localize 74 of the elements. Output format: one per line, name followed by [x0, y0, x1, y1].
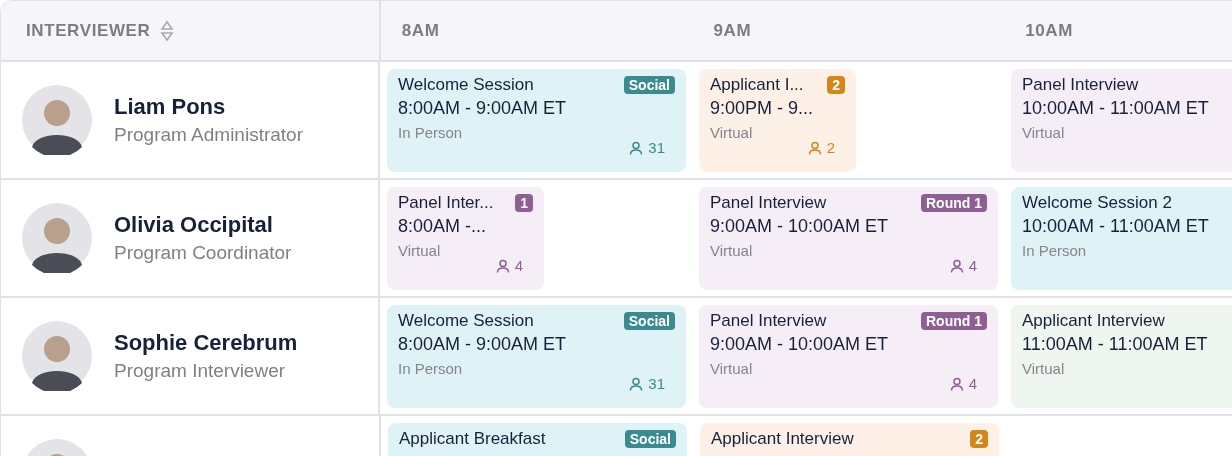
event-title: Applicant I... [710, 75, 804, 95]
event-time: 11:00AM - 11:00AM ET [1022, 334, 1209, 355]
event-location: Virtual [710, 124, 754, 141]
attendee-count: 4 [968, 375, 977, 392]
event-card[interactable]: Applicant Breakfast Social [388, 423, 687, 456]
event-time: 8:00AM - 9:00AM ET [398, 334, 568, 355]
event-card[interactable]: Applicant Interview 11:00AM - 11:00AM ET Virtual [1011, 305, 1232, 408]
event-location: In Person [398, 124, 464, 141]
event-card[interactable]: Applicant Interview 2 [700, 423, 999, 456]
event-title: Panel Interview [710, 193, 827, 213]
event-tag: Round 1 [921, 312, 987, 330]
event-card[interactable]: Welcome Session Social 8:00AM - 9:00AM ET In Person 31 [387, 305, 686, 408]
event-card[interactable]: Panel Interview Round 1 9:00AM - 10:00AM ET Virtual 4 [699, 305, 998, 408]
person-icon [949, 376, 964, 391]
event-tag: 2 [970, 430, 988, 448]
avatar [22, 321, 92, 391]
person-icon [949, 258, 964, 273]
event-title: Panel Interview [1022, 75, 1139, 95]
event-time: 10:00AM - 11:00AM ET [1022, 98, 1210, 119]
event-location: Virtual [1022, 124, 1066, 141]
event-location: Virtual [710, 360, 754, 377]
interviewer-role: Program Administrator [114, 124, 303, 146]
hour-label: 9AM [713, 20, 752, 41]
event-tag: Round 1 [921, 194, 987, 212]
hour-label: 10AM [1025, 20, 1073, 41]
event-title: Welcome Session [398, 311, 534, 331]
person-icon [807, 140, 822, 155]
event-time: 8:00AM - 9:00AM ET [398, 98, 568, 119]
event-title: Panel Inter... [398, 193, 494, 213]
attendee-count: 31 [648, 139, 665, 156]
event-card[interactable]: Welcome Session 2 10:00AM - 11:00AM ET In Person [1011, 187, 1232, 290]
event-location: Virtual [1022, 360, 1066, 377]
event-card[interactable]: Applicant I... 2 9:00PM - 9... Virtual 2 [699, 69, 856, 172]
event-card[interactable]: Panel Inter... 1 8:00AM -... Virtual 4 [387, 187, 544, 290]
event-tag: Social [623, 312, 675, 330]
event-title: Applicant Interview [711, 429, 854, 449]
attendee-count: 4 [968, 257, 977, 274]
attendee-count: 4 [514, 257, 523, 274]
avatar [22, 203, 92, 273]
event-card[interactable]: Panel Interview 10:00AM - 11:00AM ET Virtual [1011, 69, 1232, 172]
event-title: Panel Interview [710, 311, 827, 331]
event-location: In Person [1022, 242, 1088, 259]
event-tag: 2 [827, 76, 845, 94]
interviewer-role: Program Interviewer [114, 360, 287, 382]
person-icon [495, 258, 510, 273]
interviewer-name: Sophie Cerebrum [114, 330, 298, 356]
event-time: 9:00AM - 10:00AM ET [710, 216, 890, 237]
attendee-count: 31 [648, 375, 665, 392]
event-title: Welcome Session [398, 75, 534, 95]
event-tag: Social [624, 430, 676, 448]
event-time: 9:00AM - 10:00AM ET [710, 334, 890, 355]
avatar [22, 85, 92, 155]
event-title: Welcome Session 2 [1022, 193, 1172, 213]
event-location: Virtual [710, 242, 754, 259]
person-icon [629, 140, 644, 155]
sort-icon[interactable] [160, 19, 175, 42]
event-card[interactable]: Panel Interview Round 1 9:00AM - 10:00AM ET Virtual 4 [699, 187, 998, 290]
interviewer-role: Program Coordinator [114, 242, 292, 264]
event-tag: Social [623, 76, 675, 94]
event-tag: 1 [515, 194, 533, 212]
interviewer-name: Liam Pons [114, 94, 227, 120]
event-time: 10:00AM - 11:00AM ET [1022, 216, 1210, 237]
event-title: Applicant Interview [1022, 311, 1165, 331]
event-time: 8:00AM -... [398, 216, 488, 237]
hour-label: 8AM [401, 20, 440, 41]
event-title: Applicant Breakfast [399, 429, 546, 449]
event-card[interactable]: Welcome Session Social 8:00AM - 9:00AM ET In Person 31 [387, 69, 686, 172]
event-time: 9:00PM - 9... [710, 98, 815, 119]
event-location: Virtual [398, 242, 442, 259]
attendee-count: 2 [826, 139, 835, 156]
person-icon [629, 376, 644, 391]
interviewer-name: Olivia Occipital [114, 212, 274, 238]
event-location: In Person [398, 360, 464, 377]
column-header: INTERVIEWER [26, 20, 151, 41]
